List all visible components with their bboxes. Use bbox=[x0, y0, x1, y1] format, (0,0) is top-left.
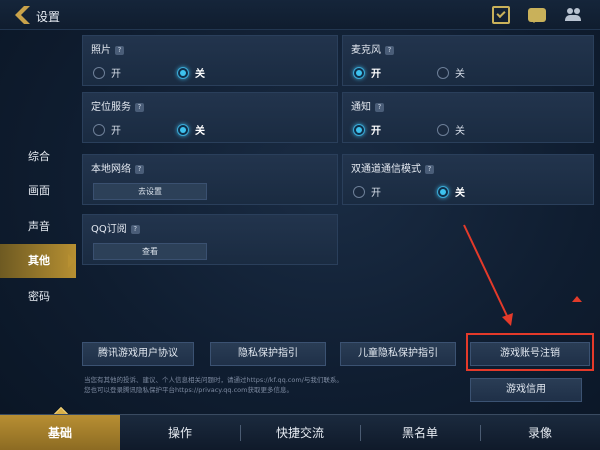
tab-blacklist[interactable]: 黑名单 bbox=[360, 415, 480, 450]
user-agreement-button[interactable]: 腾讯游戏用户协议 bbox=[82, 342, 194, 366]
game-credit-button[interactable]: 游戏信用 bbox=[470, 378, 582, 402]
child-privacy-guide-button[interactable]: 儿童隐私保护指引 bbox=[340, 342, 456, 366]
tab-quick-chat[interactable]: 快捷交流 bbox=[240, 415, 360, 450]
tab-controls[interactable]: 操作 bbox=[120, 415, 240, 450]
bottom-tab-bar: 基础 操作 快捷交流 黑名单 录像 bbox=[0, 414, 600, 450]
contact-info-text: 当您有其他的投诉、建议、个人信息相关问题时，请通过https://kf.qq.c… bbox=[84, 376, 343, 384]
tab-basic[interactable]: 基础 bbox=[0, 415, 120, 450]
highlight-box bbox=[466, 333, 594, 371]
settings-screen: 设置 综合 画面 声音 其他 密码 照片? 开 关 麦克风? 开 关 定位服务?… bbox=[0, 0, 600, 450]
scroll-up-icon[interactable] bbox=[572, 296, 582, 302]
tab-replay[interactable]: 录像 bbox=[480, 415, 600, 450]
privacy-platform-text: 您也可以登录腾讯隐私保护平台https://privacy.qq.com获取更多… bbox=[84, 386, 293, 394]
privacy-guide-button[interactable]: 隐私保护指引 bbox=[210, 342, 326, 366]
